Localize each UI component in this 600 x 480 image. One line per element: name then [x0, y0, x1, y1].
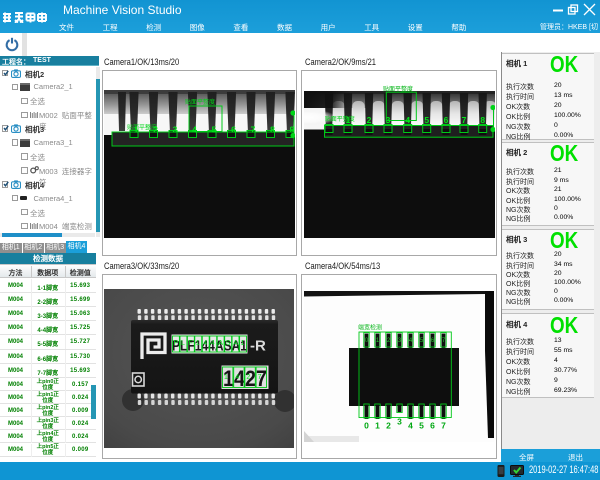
svg-text:贴面平整度: 贴面平整度	[185, 98, 215, 106]
svg-text:8: 8	[270, 125, 275, 135]
svg-text:3: 3	[397, 417, 402, 427]
svg-text:4: 4	[405, 115, 410, 125]
svg-text:4: 4	[203, 340, 207, 347]
svg-text:8: 8	[480, 115, 485, 125]
svg-text:1: 1	[241, 340, 245, 347]
svg-text:3: 3	[386, 115, 391, 125]
svg-text:S: S	[226, 340, 231, 347]
svg-text:P: P	[174, 340, 179, 347]
svg-text:0: 0	[364, 421, 369, 431]
svg-text:6: 6	[231, 125, 236, 135]
svg-text:2: 2	[367, 115, 372, 125]
svg-text:2: 2	[153, 125, 158, 135]
svg-text:-R: -R	[250, 338, 266, 355]
svg-text:1: 1	[134, 125, 139, 135]
svg-text:4: 4	[408, 421, 413, 431]
svg-text:1: 1	[224, 374, 228, 381]
svg-text:4: 4	[211, 340, 215, 347]
svg-text:3: 3	[173, 125, 178, 135]
svg-text:1: 1	[346, 115, 351, 125]
svg-text:7: 7	[462, 115, 467, 125]
svg-text:7: 7	[258, 374, 262, 381]
svg-text:4: 4	[192, 125, 197, 135]
svg-text:4: 4	[235, 374, 239, 381]
svg-text:5: 5	[212, 125, 217, 135]
svg-text:7: 7	[251, 125, 256, 135]
svg-text:A: A	[233, 340, 238, 347]
svg-text:1: 1	[375, 421, 380, 431]
svg-text:6: 6	[430, 421, 435, 431]
svg-text:6: 6	[444, 115, 449, 125]
svg-text:A: A	[218, 340, 223, 347]
svg-text:2: 2	[386, 421, 391, 431]
svg-text:5: 5	[424, 115, 429, 125]
svg-text:7: 7	[441, 421, 446, 431]
svg-text:1: 1	[196, 340, 200, 347]
svg-text:9: 9	[290, 125, 295, 135]
svg-text:L: L	[181, 340, 185, 347]
svg-text:2: 2	[246, 374, 250, 381]
svg-text:端宽检测: 端宽检测	[358, 324, 382, 332]
svg-text:F: F	[188, 340, 192, 347]
svg-text:5: 5	[419, 421, 424, 431]
